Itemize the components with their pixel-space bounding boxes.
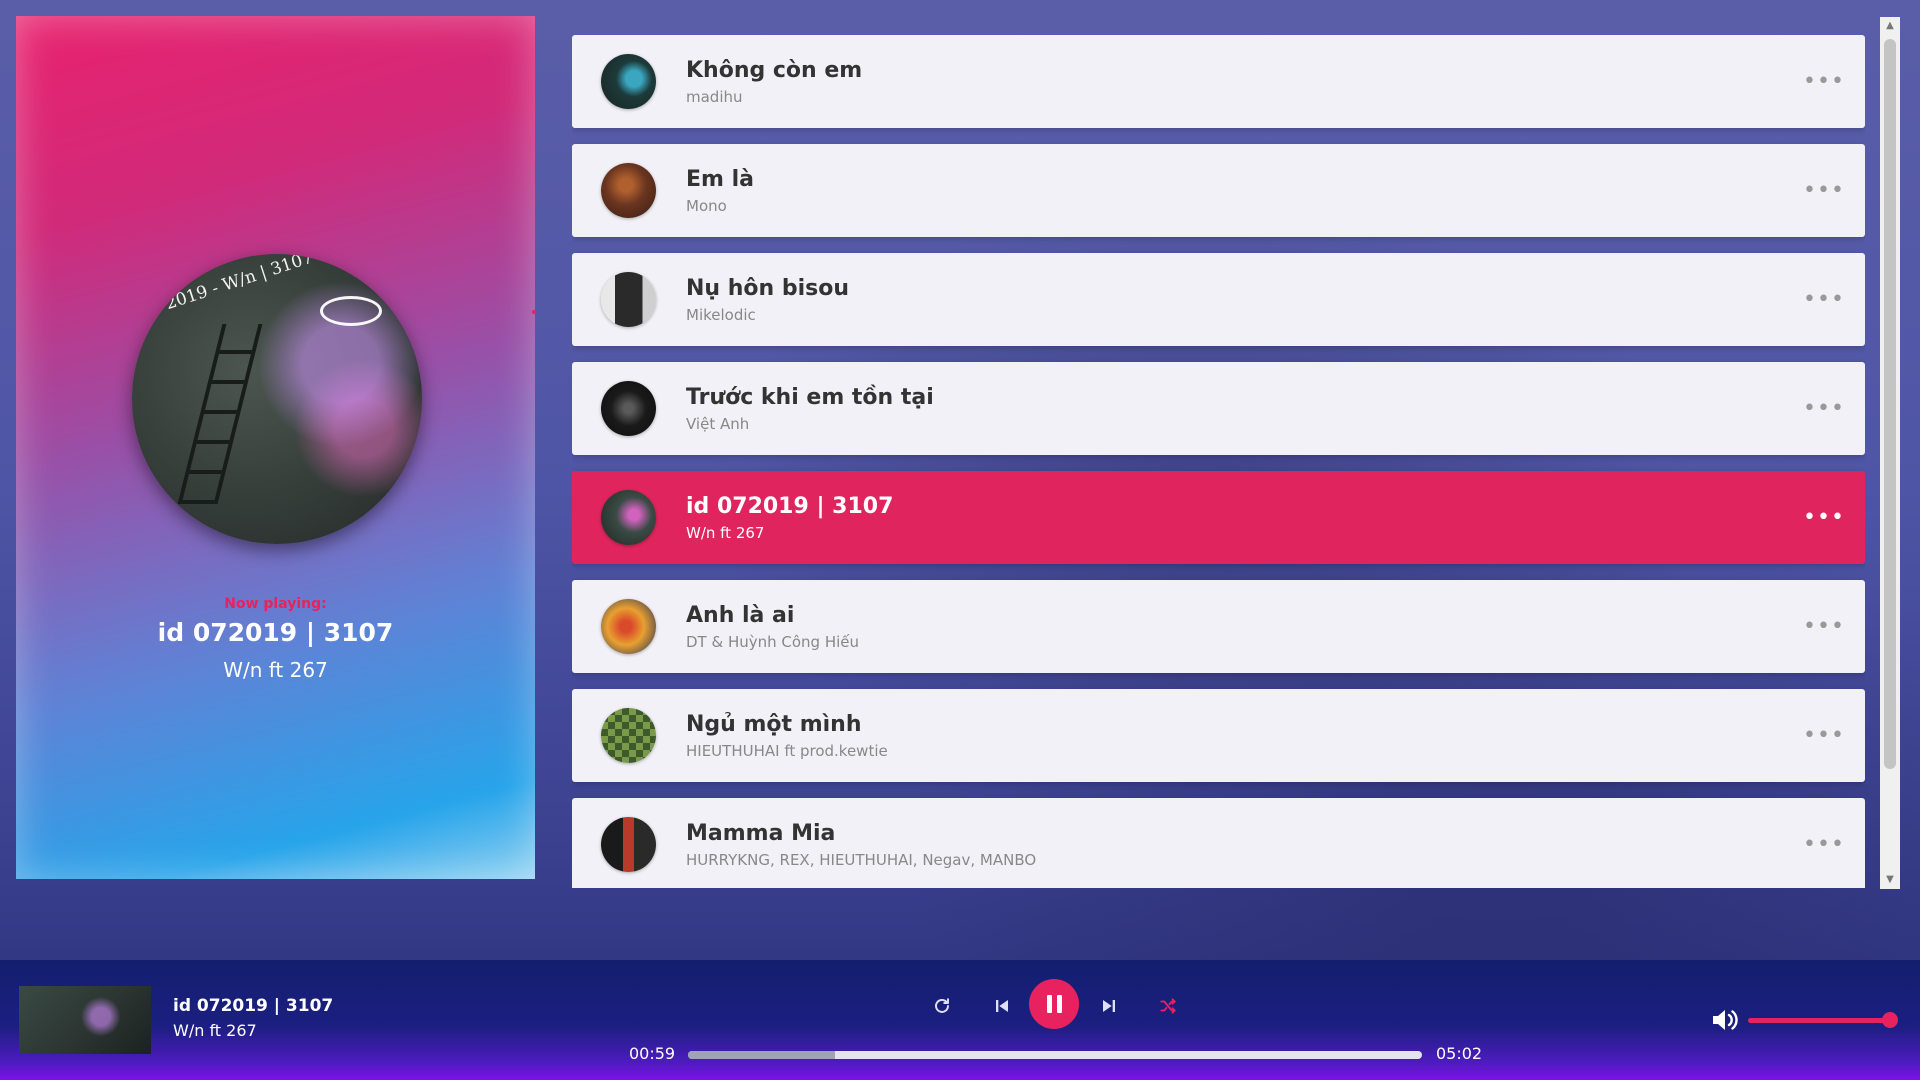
song-title: Nụ hôn bisou bbox=[686, 275, 849, 301]
song-thumbnail bbox=[601, 163, 656, 218]
player-bar: id 072019 | 3107 W/n ft 267 00:59 05:02 bbox=[0, 960, 1920, 1080]
more-options-icon[interactable]: ••• bbox=[1803, 171, 1844, 211]
shuffle-icon[interactable] bbox=[1148, 986, 1188, 1026]
song-title: Mamma Mia bbox=[686, 820, 836, 846]
song-title: Không còn em bbox=[686, 57, 863, 83]
song-row[interactable]: Nụ hôn bisou Mikelodic ••• bbox=[572, 253, 1865, 346]
volume-icon[interactable] bbox=[1710, 1006, 1744, 1036]
scroll-up-icon[interactable]: ▲ bbox=[1880, 19, 1900, 33]
volume-slider-handle[interactable] bbox=[1882, 1012, 1898, 1028]
more-options-icon[interactable]: ••• bbox=[1803, 280, 1844, 320]
song-artist: W/n ft 267 bbox=[686, 523, 765, 542]
player-artist: W/n ft 267 bbox=[173, 1021, 257, 1040]
song-artist: DT & Huỳnh Công Hiếu bbox=[686, 632, 860, 651]
pause-icon bbox=[1056, 995, 1062, 1013]
song-thumbnail bbox=[601, 490, 656, 545]
song-title: Em là bbox=[686, 166, 754, 192]
decorative-dot bbox=[532, 310, 536, 314]
song-thumbnail bbox=[601, 54, 656, 109]
duration: 05:02 bbox=[1436, 1044, 1483, 1063]
song-artist: Mono bbox=[686, 196, 727, 215]
disc-artwork-text: 2019 - W/n | 3107 ft bbox=[163, 254, 334, 315]
scrollbar-thumb[interactable] bbox=[1884, 39, 1896, 769]
song-title: id 072019 | 3107 bbox=[686, 493, 894, 519]
skip-forward-icon[interactable] bbox=[1089, 986, 1129, 1026]
song-row[interactable]: Em là Mono ••• bbox=[572, 144, 1865, 237]
song-thumbnail bbox=[601, 381, 656, 436]
playlist: Không còn em madihu ••• Em là Mono ••• N… bbox=[572, 35, 1865, 888]
player-title: id 072019 | 3107 bbox=[173, 996, 334, 1016]
song-artist: HIEUTHUHAI ft prod.kewtie bbox=[686, 741, 888, 760]
player-thumbnail bbox=[19, 986, 151, 1054]
more-options-icon[interactable]: ••• bbox=[1803, 62, 1844, 102]
now-playing-artist: W/n ft 267 bbox=[223, 658, 328, 682]
pause-icon bbox=[1046, 995, 1052, 1013]
song-title: Trước khi em tồn tại bbox=[686, 384, 934, 410]
more-options-icon[interactable]: ••• bbox=[1803, 498, 1844, 538]
song-row[interactable]: Anh là ai DT & Huỳnh Công Hiếu ••• bbox=[572, 580, 1865, 673]
current-time: 00:59 bbox=[629, 1044, 676, 1063]
song-thumbnail bbox=[601, 708, 656, 763]
more-options-icon[interactable]: ••• bbox=[1803, 607, 1844, 647]
song-row[interactable]: Mamma Mia HURRYKNG, REX, HIEUTHUHAI, Neg… bbox=[572, 798, 1865, 888]
song-thumbnail bbox=[601, 817, 656, 872]
song-artist: Mikelodic bbox=[686, 305, 756, 324]
song-row-active[interactable]: id 072019 | 3107 W/n ft 267 ••• bbox=[572, 471, 1865, 564]
more-options-icon[interactable]: ••• bbox=[1803, 389, 1844, 429]
volume-slider-track[interactable] bbox=[1748, 1018, 1890, 1023]
now-playing-label: Now playing: bbox=[224, 596, 327, 612]
playlist-scrollbar[interactable]: ▲ ▼ bbox=[1880, 17, 1900, 889]
disc-artwork-halo bbox=[320, 296, 382, 326]
song-thumbnail bbox=[601, 272, 656, 327]
song-row[interactable]: Không còn em madihu ••• bbox=[572, 35, 1865, 128]
song-artist: Việt Anh bbox=[686, 414, 750, 433]
progress-bar[interactable] bbox=[688, 1051, 1422, 1059]
song-artist: HURRYKNG, REX, HIEUTHUHAI, Negav, MANBO bbox=[686, 850, 1037, 869]
more-options-icon[interactable]: ••• bbox=[1803, 825, 1844, 865]
album-disc: 2019 - W/n | 3107 ft bbox=[132, 254, 422, 544]
disc-artwork-ladder bbox=[177, 324, 263, 504]
now-playing-title: id 072019 | 3107 bbox=[157, 618, 394, 647]
progress-fill bbox=[688, 1051, 835, 1059]
song-artist: madihu bbox=[686, 87, 743, 106]
song-title: Anh là ai bbox=[686, 602, 795, 628]
skip-back-icon[interactable] bbox=[982, 986, 1022, 1026]
song-title: Ngủ một mình bbox=[686, 711, 862, 737]
pause-button[interactable] bbox=[1029, 979, 1079, 1029]
repeat-icon[interactable] bbox=[922, 986, 962, 1026]
song-thumbnail bbox=[601, 599, 656, 654]
more-options-icon[interactable]: ••• bbox=[1803, 716, 1844, 756]
now-playing-panel: 2019 - W/n | 3107 ft Now playing: id 072… bbox=[16, 16, 536, 879]
song-row[interactable]: Ngủ một mình HIEUTHUHAI ft prod.kewtie •… bbox=[572, 689, 1865, 782]
song-row[interactable]: Trước khi em tồn tại Việt Anh ••• bbox=[572, 362, 1865, 455]
scroll-down-icon[interactable]: ▼ bbox=[1880, 873, 1900, 887]
